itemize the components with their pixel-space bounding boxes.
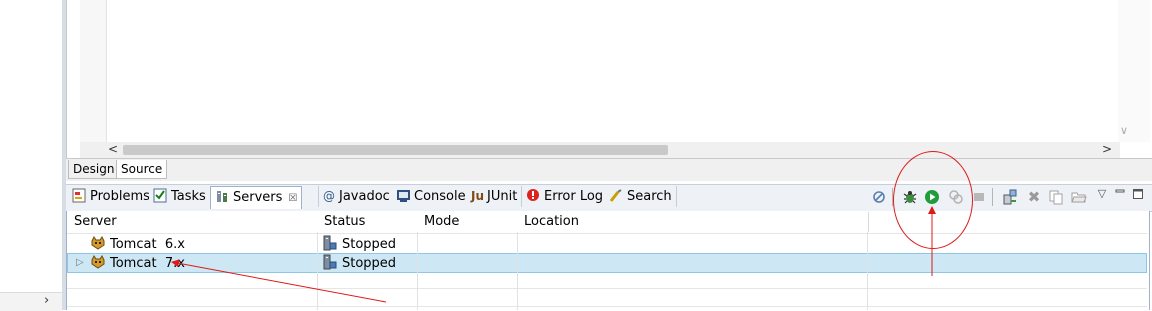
arrow-to-tomcat7 [171, 259, 387, 303]
annotation-arrows [171, 206, 936, 303]
